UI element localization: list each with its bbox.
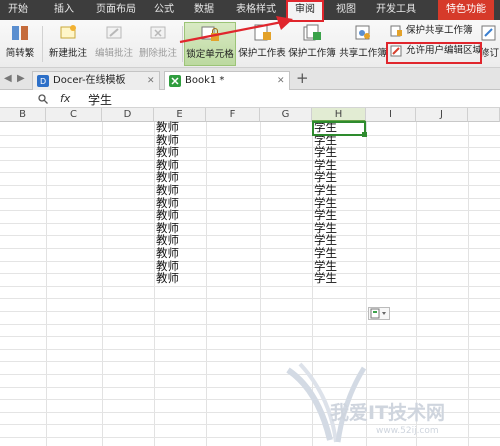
grid-row-line xyxy=(0,286,500,287)
svg-text:D: D xyxy=(40,77,46,86)
column-header-b[interactable]: B xyxy=(0,108,46,122)
grid-row-line xyxy=(0,223,500,224)
grid-row-line xyxy=(0,147,500,148)
close-icon[interactable]: ✕ xyxy=(147,72,155,90)
grid-column-line xyxy=(46,122,47,446)
grid-row-line xyxy=(0,160,500,161)
docer-icon: D xyxy=(37,75,49,87)
grid-column-line xyxy=(102,122,103,446)
annotation-arrow xyxy=(179,16,293,44)
protect-sheet-label: 保护工作表 xyxy=(238,48,286,59)
formula-bar: fx 学生 xyxy=(0,90,500,108)
share-workbook-icon xyxy=(355,25,370,40)
edit-comment-label: 编辑批注 xyxy=(94,48,133,59)
menu-start[interactable]: 开始 xyxy=(8,0,28,20)
cell-h-student[interactable]: 学生 xyxy=(314,272,337,285)
column-header-d[interactable]: D xyxy=(102,108,154,122)
new-comment-label: 新建批注 xyxy=(48,48,87,59)
grid-row-line xyxy=(0,172,500,173)
tab-docer-label: Docer-在线模板 xyxy=(53,75,126,86)
column-header-j[interactable]: J xyxy=(416,108,468,122)
grid-row-line xyxy=(0,349,500,350)
watermark-text: 我爱IT技术网 xyxy=(330,402,446,424)
allow-edit-ranges-highlight xyxy=(386,42,482,64)
grid-row-line xyxy=(0,235,500,236)
track-changes-icon xyxy=(481,25,496,41)
simplified-to-traditional-button[interactable]: 简转繁 xyxy=(2,22,38,66)
grid-row-line xyxy=(0,185,500,186)
protect-shared-workbook-button[interactable]: 保护共享工作簿 xyxy=(388,23,473,39)
menu-page-layout[interactable]: 页面布局 xyxy=(96,0,136,20)
menu-insert[interactable]: 插入 xyxy=(54,0,74,20)
grid-column-line xyxy=(260,122,261,446)
new-comment-button[interactable]: 新建批注 xyxy=(46,22,90,66)
grid-row-line xyxy=(0,298,500,299)
ribbon-divider xyxy=(42,26,43,62)
grid-row-line xyxy=(0,210,500,211)
grid-row-line xyxy=(0,198,500,199)
delete-comment-button[interactable]: 删除批注 xyxy=(136,22,180,66)
document-tab-bar: ◀ ▶ D Docer-在线模板 ✕ Book1 * ✕ + xyxy=(0,68,500,90)
close-icon[interactable]: ✕ xyxy=(277,72,285,90)
new-tab-icon[interactable]: + xyxy=(296,69,309,87)
tab-book1-label: Book1 * xyxy=(185,75,225,86)
new-comment-icon xyxy=(60,25,76,39)
protect-shared-workbook-icon xyxy=(390,25,402,37)
protect-workbook-label: 保护工作簿 xyxy=(288,48,336,59)
tab-docer-templates[interactable]: D Docer-在线模板 ✕ xyxy=(32,71,160,90)
share-workbook-button[interactable]: 共享工作簿 xyxy=(338,22,388,66)
convert-icon xyxy=(12,26,28,40)
grid-row-line xyxy=(0,248,500,249)
fill-handle[interactable] xyxy=(362,132,367,137)
grid-column-line xyxy=(154,122,155,446)
column-header-c[interactable]: C xyxy=(46,108,102,122)
track-changes-button[interactable]: 修订 xyxy=(480,22,500,66)
lock-cell-label: 锁定单元格 xyxy=(186,49,234,60)
grid-row-line xyxy=(0,324,500,325)
selected-cell[interactable] xyxy=(312,121,366,136)
paste-options-button[interactable] xyxy=(368,307,390,320)
paste-options-icon xyxy=(370,308,386,319)
grid-column-line xyxy=(206,122,207,446)
menu-view[interactable]: 视图 xyxy=(336,0,356,20)
menu-special-features[interactable]: 特色功能 xyxy=(438,0,494,20)
simplified-to-traditional-label: 简转繁 xyxy=(5,48,35,59)
spreadsheet-icon xyxy=(169,75,181,87)
tab-scroll-right-icon[interactable]: ▶ xyxy=(17,73,25,84)
column-header-g[interactable]: G xyxy=(260,108,312,122)
column-header-overflow xyxy=(468,108,500,122)
column-header-f[interactable]: F xyxy=(206,108,260,122)
menu-formulas[interactable]: 公式 xyxy=(154,0,174,20)
formula-input[interactable]: 学生 xyxy=(88,91,112,108)
menu-developer[interactable]: 开发工具 xyxy=(376,0,416,20)
delete-comment-label: 删除批注 xyxy=(138,48,177,59)
edit-comment-icon xyxy=(106,26,122,39)
track-changes-label: 修订 xyxy=(480,48,500,59)
grid-row-line xyxy=(0,135,500,136)
edit-comment-button[interactable]: 编辑批注 xyxy=(92,22,136,66)
share-workbook-label: 共享工作簿 xyxy=(339,48,387,59)
grid-row-line xyxy=(0,311,500,312)
grid-row-line xyxy=(0,261,500,262)
column-header-i[interactable]: I xyxy=(366,108,416,122)
search-icon[interactable] xyxy=(38,94,48,104)
tab-book1[interactable]: Book1 * ✕ xyxy=(164,71,290,90)
protect-workbook-icon xyxy=(303,24,321,41)
grid-row-line xyxy=(0,336,500,337)
tab-scroll-left-icon[interactable]: ◀ xyxy=(4,73,12,84)
protect-shared-workbook-label: 保护共享工作簿 xyxy=(406,25,473,36)
watermark-url: www.52ij.com xyxy=(376,426,439,436)
grid-row-line xyxy=(0,273,500,274)
cell-e-teacher[interactable]: 教师 xyxy=(156,272,179,285)
fx-icon[interactable]: fx xyxy=(60,92,70,105)
delete-comment-icon xyxy=(150,26,166,39)
